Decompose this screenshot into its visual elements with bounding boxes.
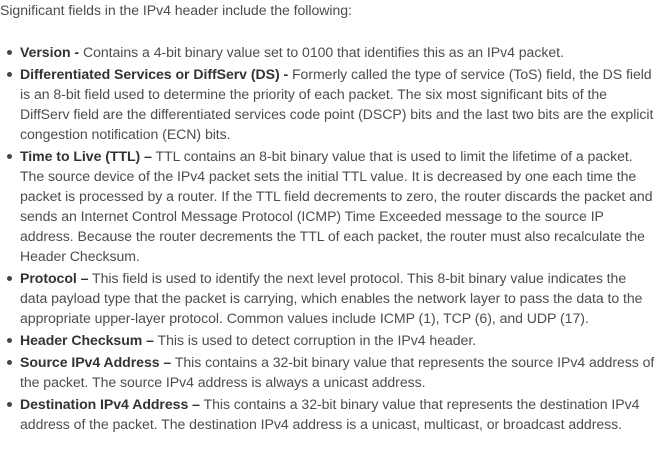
field-term: Time to Live (TTL) –: [20, 148, 152, 164]
intro-paragraph: Significant fields in the IPv4 header in…: [0, 2, 352, 18]
ipv4-fields-list: Version - Contains a 4-bit binary value …: [0, 42, 656, 434]
bullet-icon: [7, 72, 12, 77]
field-term: Header Checksum –: [20, 332, 154, 348]
field-description: TTL contains an 8-bit binary value that …: [20, 148, 653, 264]
bullet-icon: [7, 360, 12, 365]
list-item-header-checksum: Header Checksum – This is used to detect…: [0, 330, 656, 350]
field-description: This field is used to identify the next …: [20, 270, 643, 326]
list-item-source-address: Source IPv4 Address – This contains a 32…: [0, 352, 656, 392]
field-term: Version -: [20, 44, 80, 60]
list-item-diffserv: Differentiated Services or DiffServ (DS)…: [0, 64, 656, 144]
document: Significant fields in the IPv4 header in…: [0, 0, 656, 434]
list-item-destination-address: Destination IPv4 Address – This contains…: [0, 394, 656, 434]
field-term: Differentiated Services or DiffServ (DS)…: [20, 66, 289, 82]
field-term: Destination IPv4 Address –: [20, 396, 200, 412]
list-item-version: Version - Contains a 4-bit binary value …: [0, 42, 656, 62]
list-item-protocol: Protocol – This field is used to identif…: [0, 268, 656, 328]
bullet-icon: [7, 338, 12, 343]
bullet-icon: [7, 276, 12, 281]
bullet-icon: [7, 154, 12, 159]
field-description: This is used to detect corruption in the…: [157, 332, 477, 348]
bullet-icon: [7, 50, 12, 55]
field-description: Contains a 4-bit binary value set to 010…: [82, 44, 564, 60]
field-term: Protocol –: [20, 270, 89, 286]
bullet-icon: [7, 402, 12, 407]
list-item-ttl: Time to Live (TTL) – TTL contains an 8-b…: [0, 146, 656, 266]
field-term: Source IPv4 Address –: [20, 354, 172, 370]
